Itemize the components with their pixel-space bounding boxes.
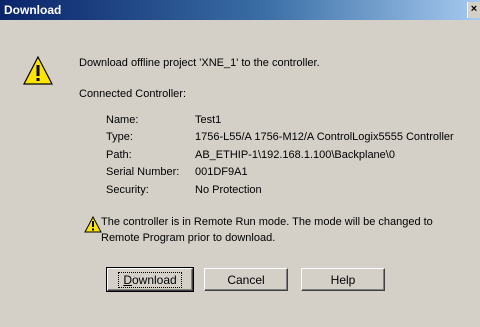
path-label: Path: bbox=[106, 149, 132, 161]
serial-number-label: Serial Number: bbox=[106, 166, 180, 178]
security-label: Security: bbox=[106, 184, 149, 196]
warning-icon bbox=[84, 216, 102, 233]
cancel-button[interactable]: Cancel bbox=[204, 268, 288, 291]
help-button[interactable]: Help bbox=[301, 268, 385, 291]
download-label: ownload bbox=[131, 272, 177, 287]
path-value: AB_ETHIP-1\192.168.1.100\Backplane\0 bbox=[195, 149, 395, 161]
name-label: Name: bbox=[106, 114, 139, 126]
warning-line-1: The controller is in Remote Run mode. Th… bbox=[101, 216, 433, 228]
download-button[interactable]: Download bbox=[106, 267, 194, 292]
window-title: Download bbox=[4, 3, 62, 17]
security-value: No Protection bbox=[195, 184, 262, 196]
connected-controller-heading: Connected Controller: bbox=[79, 88, 187, 100]
warning-line-2: Remote Program prior to download. bbox=[101, 232, 276, 244]
type-label: Type: bbox=[106, 131, 133, 143]
download-dialog: Download × Download offline project 'XNE… bbox=[0, 0, 480, 327]
type-value: 1756-L55/A 1756-M12/A ControlLogix5555 C… bbox=[195, 131, 454, 143]
serial-number-value: 001DF9A1 bbox=[195, 166, 248, 178]
main-message: Download offline project 'XNE_1' to the … bbox=[79, 57, 320, 69]
close-button[interactable]: × bbox=[467, 2, 480, 18]
warning-icon bbox=[23, 56, 53, 85]
name-value: Test1 bbox=[195, 114, 222, 126]
download-button-focus: Download bbox=[118, 271, 182, 288]
close-icon: × bbox=[470, 3, 478, 15]
download-accelerator: D bbox=[123, 272, 132, 287]
title-bar[interactable]: Download × bbox=[0, 0, 480, 20]
